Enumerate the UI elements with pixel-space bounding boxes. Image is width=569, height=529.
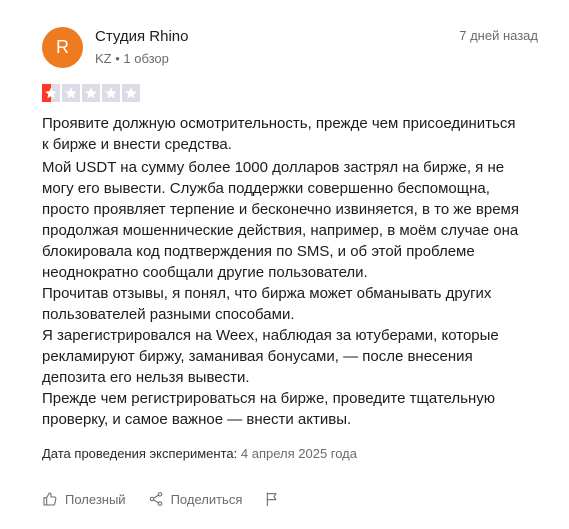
review-paragraph: Прежде чем регистрироваться на бирже, пр… bbox=[42, 390, 495, 428]
experience-date-value: 4 апреля 2025 года bbox=[240, 446, 357, 461]
star-icon bbox=[62, 84, 80, 102]
star-icon bbox=[102, 84, 120, 102]
star-icon bbox=[82, 84, 100, 102]
share-button[interactable]: Поделиться bbox=[148, 491, 243, 507]
author-meta: KZ • 1 обзор bbox=[95, 51, 169, 66]
avatar-letter: R bbox=[56, 37, 69, 57]
star-rating bbox=[42, 84, 140, 102]
star-icon bbox=[42, 84, 60, 102]
experience-date-label: Дата проведения эксперимента: bbox=[42, 446, 238, 461]
review-actions: Полезный Поделиться bbox=[42, 491, 280, 507]
share-icon bbox=[149, 492, 162, 506]
review-card: R Студия Rhino KZ • 1 обзор 7 дней назад… bbox=[0, 0, 569, 529]
helpful-button[interactable]: Полезный bbox=[42, 491, 126, 507]
review-paragraph: Я зарегистрировался на Weex, наблюдая за… bbox=[42, 327, 499, 386]
review-body: Мой USDT на сумму более 1000 долларов за… bbox=[42, 157, 532, 430]
report-button[interactable] bbox=[264, 491, 280, 507]
experience-date: Дата проведения эксперимента: 4 апреля 2… bbox=[42, 446, 357, 461]
review-paragraph: Прочитав отзывы, я понял, что биржа може… bbox=[42, 285, 492, 323]
review-date: 7 дней назад bbox=[459, 28, 538, 43]
review-title[interactable]: Проявите должную осмотрительность, прежд… bbox=[42, 113, 522, 155]
author-name[interactable]: Студия Rhino bbox=[95, 28, 189, 45]
share-label: Поделиться bbox=[170, 491, 243, 507]
review-paragraph: Мой USDT на сумму более 1000 долларов за… bbox=[42, 159, 519, 281]
flag-icon bbox=[267, 492, 277, 507]
avatar[interactable]: R bbox=[42, 27, 83, 68]
helpful-label: Полезный bbox=[65, 491, 126, 507]
thumbs-up-icon bbox=[43, 492, 57, 506]
star-icon bbox=[122, 84, 140, 102]
